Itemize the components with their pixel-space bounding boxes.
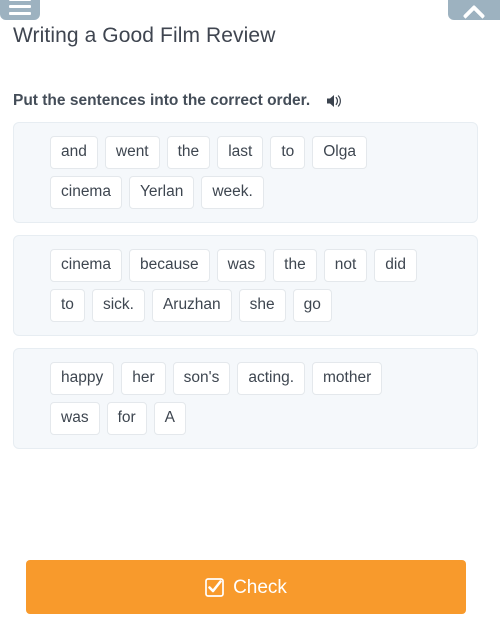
chip-row: cinema because was the not did bbox=[50, 249, 465, 282]
word-chip[interactable]: and bbox=[50, 136, 98, 169]
chip-row: to sick. Aruzhan she go bbox=[50, 289, 465, 322]
word-chip[interactable]: went bbox=[104, 136, 160, 169]
word-chip[interactable]: did bbox=[374, 249, 417, 282]
chip-row: happy her son's acting. mother bbox=[50, 362, 465, 395]
word-chip[interactable]: Olga bbox=[312, 136, 367, 169]
word-chip[interactable]: to bbox=[270, 136, 306, 169]
word-chip[interactable]: to bbox=[50, 289, 85, 322]
collapse-panel-button[interactable] bbox=[448, 0, 500, 20]
word-chip[interactable]: mother bbox=[312, 362, 383, 395]
word-chip[interactable]: she bbox=[238, 289, 286, 322]
chip-row: was for A bbox=[50, 402, 465, 435]
checked-checkbox-icon bbox=[205, 577, 224, 597]
word-chip[interactable]: go bbox=[292, 289, 332, 322]
word-chip[interactable]: for bbox=[106, 402, 147, 435]
word-chip[interactable]: son's bbox=[172, 362, 231, 395]
word-chip[interactable]: the bbox=[273, 249, 317, 282]
word-chip[interactable]: was bbox=[50, 402, 100, 435]
word-chip[interactable]: last bbox=[217, 136, 264, 169]
check-button-label: Check bbox=[233, 576, 287, 598]
word-chip[interactable]: her bbox=[121, 362, 166, 395]
word-chip[interactable]: was bbox=[216, 249, 267, 282]
chevron-up-icon bbox=[464, 3, 484, 17]
word-chip[interactable]: happy bbox=[50, 362, 115, 395]
word-chip[interactable]: sick. bbox=[91, 289, 145, 322]
word-chip[interactable]: the bbox=[166, 136, 211, 169]
word-chip[interactable]: not bbox=[323, 249, 368, 282]
sentence-card[interactable]: cinema because was the not did to sick. … bbox=[13, 235, 478, 336]
sentence-card[interactable]: happy her son's acting. mother was for A bbox=[13, 348, 478, 449]
word-chip[interactable]: A bbox=[153, 402, 187, 435]
hamburger-menu-icon bbox=[9, 0, 31, 15]
word-chip[interactable]: cinema bbox=[50, 249, 122, 282]
word-chip[interactable]: because bbox=[128, 249, 210, 282]
hamburger-menu-button[interactable] bbox=[0, 0, 40, 20]
word-chip[interactable]: Yerlan bbox=[128, 176, 195, 209]
chip-row: cinema Yerlan week. bbox=[50, 176, 465, 209]
word-chip[interactable]: cinema bbox=[50, 176, 122, 209]
top-bar bbox=[0, 0, 500, 22]
speaker-icon[interactable] bbox=[326, 93, 344, 109]
word-chip[interactable]: acting. bbox=[237, 362, 306, 395]
sentence-card[interactable]: and went the last to Olga cinema Yerlan … bbox=[13, 122, 478, 223]
instruction-text: Put the sentences into the correct order… bbox=[13, 92, 311, 109]
sentence-cards-container: and went the last to Olga cinema Yerlan … bbox=[13, 122, 478, 461]
word-chip[interactable]: Aruzhan bbox=[151, 289, 232, 322]
instruction-row: Put the sentences into the correct order… bbox=[13, 92, 344, 110]
check-button[interactable]: Check bbox=[26, 560, 466, 614]
page-title: Writing a Good Film Review bbox=[13, 24, 276, 47]
chip-row: and went the last to Olga bbox=[50, 136, 465, 169]
word-chip[interactable]: week. bbox=[201, 176, 264, 209]
